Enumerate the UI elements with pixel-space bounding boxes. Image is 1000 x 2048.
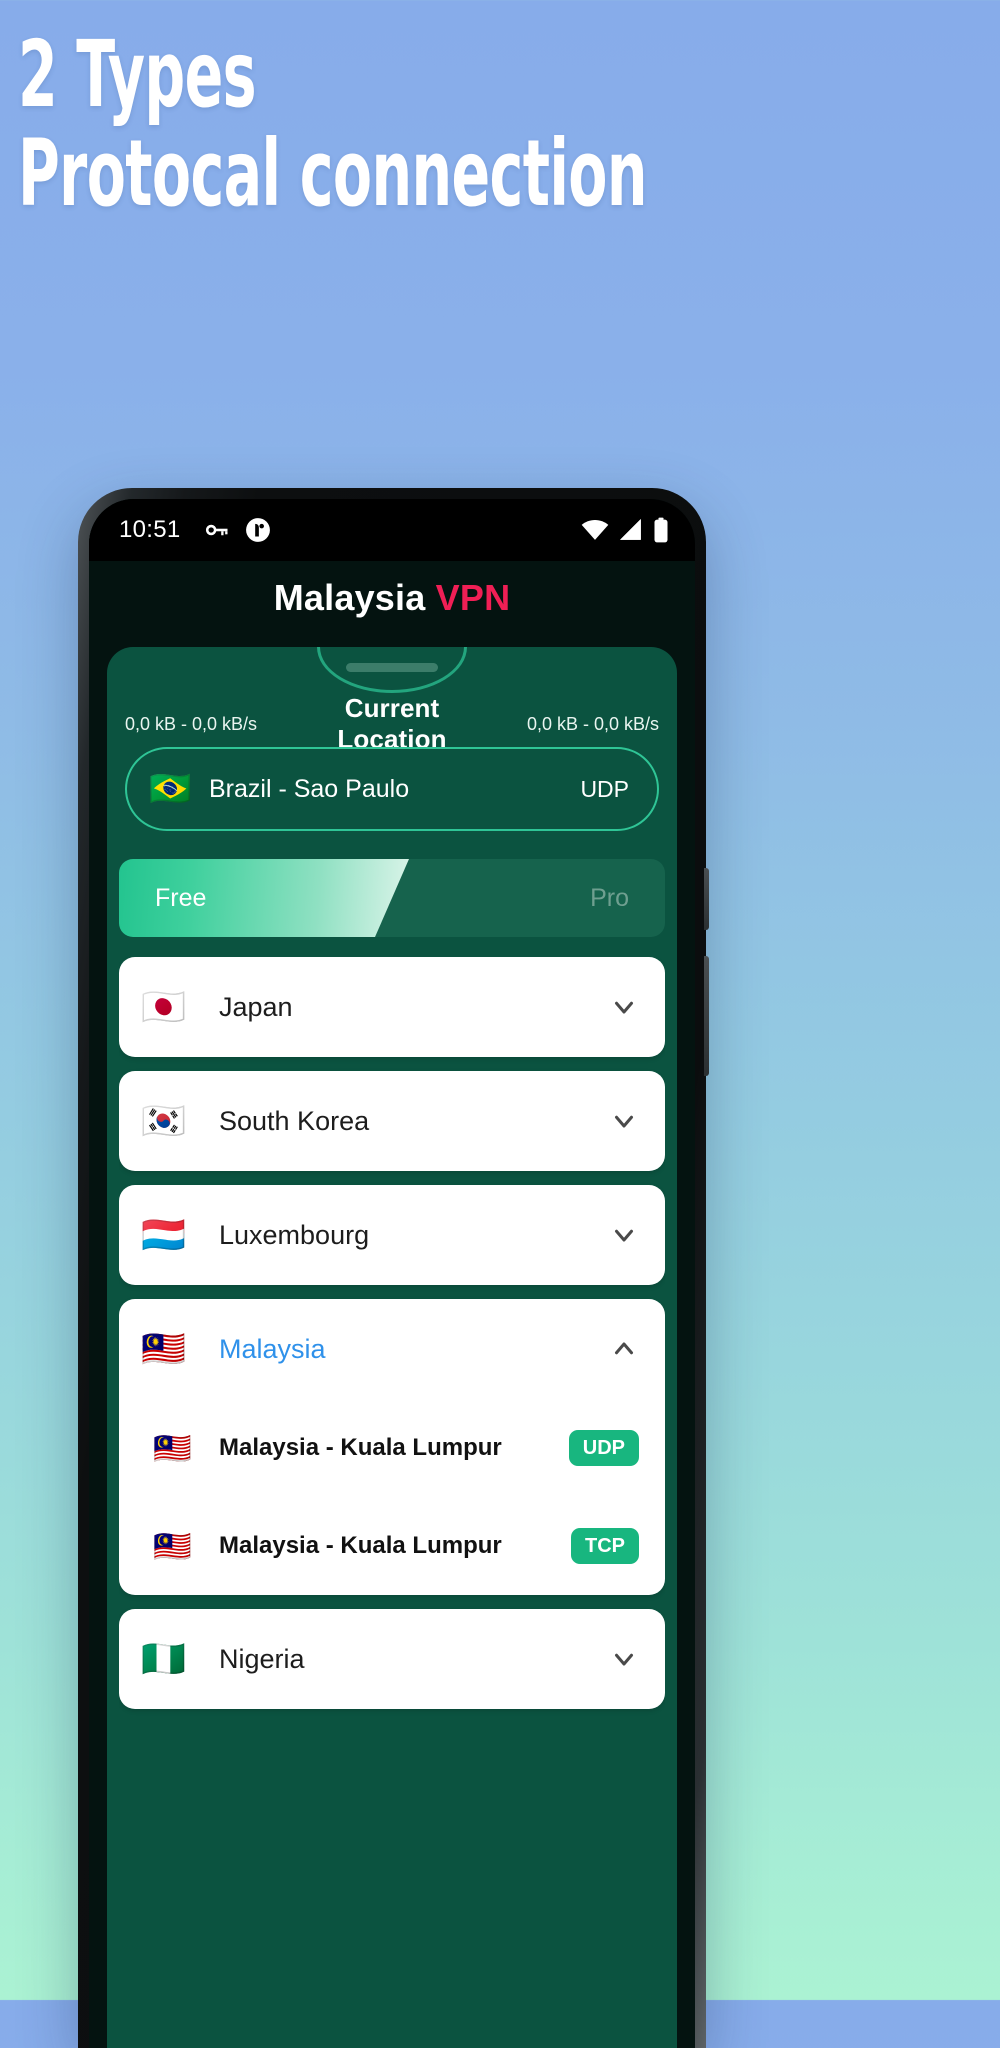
chevron-up-icon[interactable] [609, 1334, 639, 1364]
phone-mockup: 10:51 Malaysia VPN 0,0 kB - 0,0 kB/s Cur… [78, 488, 709, 2048]
vpn-app-screen: 10:51 Malaysia VPN 0,0 kB - 0,0 kB/s Cur… [89, 499, 695, 2048]
flag-icon: 🇰🇷 [141, 1100, 186, 1141]
country-row-luxembourg[interactable]: 🇱🇺 Luxembourg [119, 1185, 665, 1285]
tab-free-label: Free [155, 883, 207, 912]
country-name: Malaysia [219, 1333, 326, 1364]
app-title-main: Malaysia [273, 577, 426, 618]
promo-headline: 2 Types Protocal connection [18, 21, 982, 228]
signal-icon [618, 518, 644, 542]
download-speed-label: 0,0 kB - 0,0 kB/s [125, 713, 258, 734]
phone-power-button [704, 956, 709, 1076]
current-location-name: Brazil - Sao Paulo [209, 774, 410, 803]
upload-speed-label: 0,0 kB - 0,0 kB/s [526, 713, 659, 734]
current-location-title: Current Location [337, 693, 447, 754]
protocol-badge[interactable]: UDP [568, 1430, 639, 1466]
country-row-japan[interactable]: 🇯🇵 Japan [119, 957, 665, 1057]
server-name: Malaysia - Kuala Lumpur [219, 1434, 502, 1461]
current-location-row[interactable]: 🇧🇷 Brazil - Sao Paulo UDP [125, 747, 659, 831]
location-sheet: 0,0 kB - 0,0 kB/s Current Location 0,0 k… [107, 647, 677, 2048]
country-list[interactable]: 🇯🇵 Japan 🇰🇷 South Korea 🇱🇺 Luxembourg 🇲🇾 Malays… [119, 957, 665, 2048]
promo-headline-line2: Protocal connection [18, 120, 647, 228]
promo-headline-line1: 2 Types [18, 21, 257, 128]
country-name: Nigeria [219, 1643, 305, 1674]
country-row-south-korea[interactable]: 🇰🇷 South Korea [119, 1071, 665, 1171]
country-card: 🇯🇵 Japan [119, 957, 665, 1057]
location-header: 0,0 kB - 0,0 kB/s Current Location 0,0 k… [107, 693, 677, 755]
flag-icon: 🇯🇵 [141, 986, 186, 1027]
protocol-badge[interactable]: TCP [571, 1528, 639, 1564]
flag-icon: 🇳🇬 [141, 1638, 186, 1679]
country-card: 🇰🇷 South Korea [119, 1071, 665, 1171]
battery-icon [653, 517, 669, 543]
app-title-accent: VPN [435, 577, 511, 618]
app-title: Malaysia VPN [89, 577, 695, 619]
app-notification-icon [245, 517, 271, 543]
status-bar-left-icons [203, 516, 271, 544]
status-bar-right-icons [581, 517, 669, 543]
phone-volume-button [704, 868, 709, 930]
chevron-down-icon[interactable] [609, 992, 639, 1022]
flag-icon: 🇱🇺 [141, 1214, 186, 1255]
server-row[interactable]: 🇲🇾 Malaysia - Kuala Lumpur TCP [119, 1497, 665, 1595]
country-name: Luxembourg [219, 1219, 370, 1250]
country-name: South Korea [219, 1105, 370, 1136]
server-row[interactable]: 🇲🇾 Malaysia - Kuala Lumpur UDP [119, 1399, 665, 1497]
country-card: 🇱🇺 Luxembourg [119, 1185, 665, 1285]
sheet-drag-handle[interactable] [346, 663, 438, 672]
country-row-malaysia[interactable]: 🇲🇾 Malaysia [119, 1299, 665, 1399]
country-card: 🇲🇾 Malaysia 🇲🇾 Malaysia - Kuala Lumpur UDP 🇲🇾… [119, 1299, 665, 1595]
chevron-down-icon[interactable] [609, 1644, 639, 1674]
country-row-nigeria[interactable]: 🇳🇬 Nigeria [119, 1609, 665, 1709]
chevron-down-icon[interactable] [609, 1220, 639, 1250]
flag-icon: 🇲🇾 [141, 1328, 186, 1369]
country-name: Japan [219, 991, 293, 1022]
vpn-key-icon [203, 516, 231, 544]
country-card: 🇳🇬 Nigeria [119, 1609, 665, 1709]
chevron-down-icon[interactable] [609, 1106, 639, 1136]
status-bar-clock: 10:51 [119, 516, 181, 543]
server-name: Malaysia - Kuala Lumpur [219, 1532, 502, 1559]
wifi-icon [581, 518, 609, 542]
tab-pro-label: Pro [590, 883, 629, 912]
current-location-protocol: UDP [580, 775, 629, 802]
status-bar: 10:51 [89, 499, 695, 561]
tab-pro[interactable]: Pro [375, 859, 665, 937]
phone-screen: 10:51 Malaysia VPN 0,0 kB - 0,0 kB/s Cur… [89, 499, 695, 2048]
flag-icon: 🇲🇾 [153, 1528, 192, 1564]
plan-tabs: Free Pro [119, 859, 665, 937]
flag-icon: 🇲🇾 [153, 1430, 192, 1466]
brazil-flag-icon: 🇧🇷 [149, 770, 192, 808]
